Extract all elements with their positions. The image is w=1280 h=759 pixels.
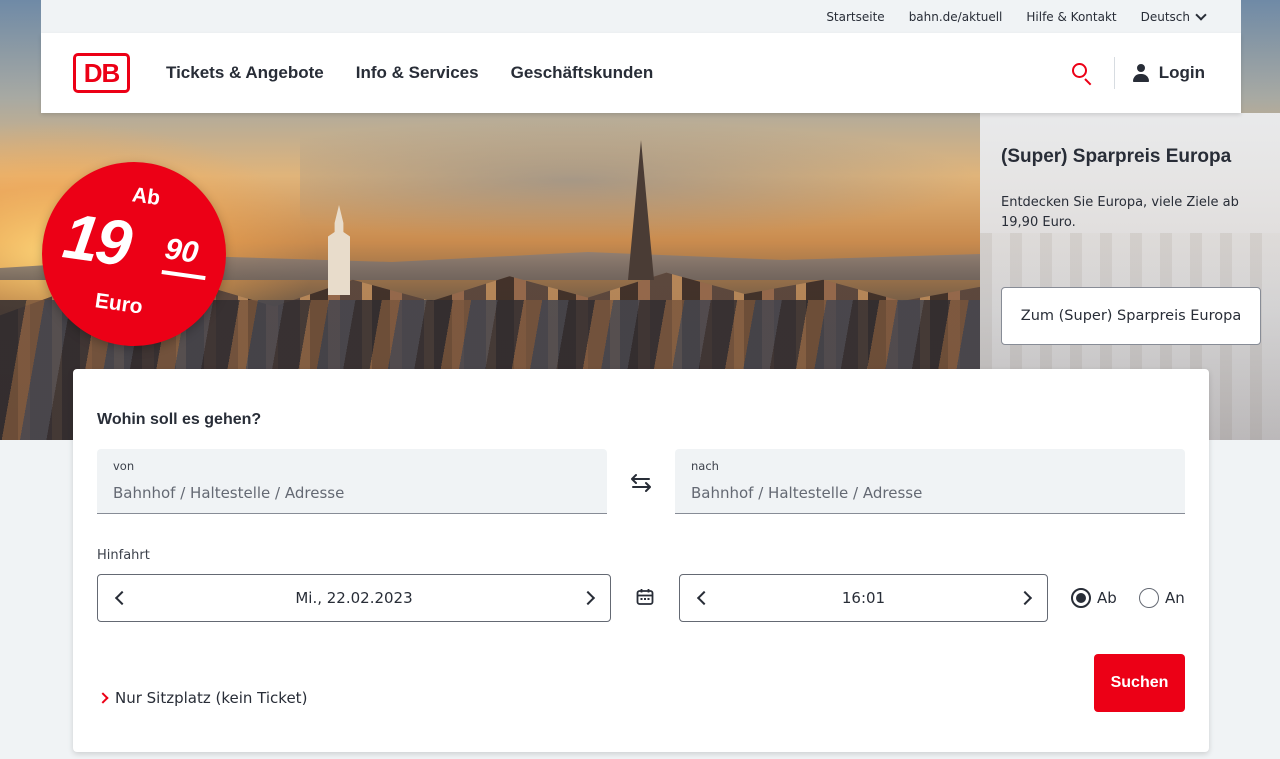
nav-geschaeftskunden[interactable]: Geschäftskunden bbox=[511, 63, 654, 83]
login-button[interactable]: Login bbox=[1132, 63, 1205, 83]
badge-currency: Euro bbox=[93, 289, 145, 319]
chevron-left-icon[interactable] bbox=[112, 591, 126, 605]
chevron-left-icon[interactable] bbox=[694, 591, 708, 605]
from-field[interactable]: von Bahnhof / Haltestelle / Adresse bbox=[97, 449, 607, 514]
date-value: Mi., 22.02.2023 bbox=[295, 589, 413, 607]
time-stepper[interactable]: 16:01 bbox=[679, 574, 1048, 622]
badge-cents: 90 bbox=[162, 232, 201, 270]
radio-checked-icon bbox=[1071, 588, 1091, 608]
price-badge: Ab 19 90 Euro bbox=[42, 162, 226, 346]
booking-card: Wohin soll es gehen? von Bahnhof / Halte… bbox=[73, 369, 1209, 752]
seat-only-label: Nur Sitzplatz (kein Ticket) bbox=[115, 689, 308, 707]
promo-description: Entdecken Sie Europa, viele Ziele ab 19,… bbox=[1001, 195, 1239, 230]
language-label: Deutsch bbox=[1140, 9, 1190, 24]
calendar-icon[interactable] bbox=[636, 588, 654, 606]
utility-link-aktuell[interactable]: bahn.de/aktuell bbox=[909, 10, 1003, 24]
radio-arrival-label: An bbox=[1165, 589, 1185, 607]
booking-title: Wohin soll es gehen? bbox=[97, 411, 262, 428]
nav-tickets-angebote[interactable]: Tickets & Angebote bbox=[166, 63, 324, 83]
radio-departure[interactable]: Ab bbox=[1071, 588, 1117, 608]
search-button[interactable]: Suchen bbox=[1094, 654, 1185, 712]
time-value: 16:01 bbox=[841, 589, 886, 607]
search-icon[interactable] bbox=[1070, 61, 1094, 86]
badge-prefix: Ab bbox=[130, 183, 162, 210]
main-header: DB Tickets & Angebote Info & Services Ge… bbox=[41, 33, 1241, 113]
utility-nav: Startseite bahn.de/aktuell Hilfe & Konta… bbox=[41, 0, 1241, 33]
language-selector[interactable]: Deutsch bbox=[1140, 8, 1207, 24]
chevron-down-icon bbox=[1195, 8, 1207, 21]
db-logo[interactable]: DB bbox=[73, 53, 130, 93]
badge-amount: 19 bbox=[58, 199, 134, 280]
badge-underline bbox=[161, 270, 206, 281]
promo-title: (Super) Sparpreis Europa bbox=[1001, 146, 1232, 167]
user-icon bbox=[1132, 64, 1149, 82]
to-placeholder: Bahnhof / Haltestelle / Adresse bbox=[691, 484, 923, 502]
login-label: Login bbox=[1158, 63, 1205, 82]
chevron-right-icon[interactable] bbox=[1019, 591, 1033, 605]
from-placeholder: Bahnhof / Haltestelle / Adresse bbox=[113, 484, 345, 502]
chevron-right-icon[interactable] bbox=[582, 591, 596, 605]
utility-link-help[interactable]: Hilfe & Kontakt bbox=[1026, 10, 1116, 24]
date-stepper[interactable]: Mi., 22.02.2023 bbox=[97, 574, 611, 622]
main-nav: Tickets & Angebote Info & Services Gesch… bbox=[166, 63, 653, 83]
seat-only-link[interactable]: Nur Sitzplatz (kein Ticket) bbox=[97, 689, 308, 707]
utility-link-home[interactable]: Startseite bbox=[826, 10, 884, 24]
radio-unchecked-icon bbox=[1139, 588, 1159, 608]
radio-arrival[interactable]: An bbox=[1139, 588, 1185, 608]
from-label: von bbox=[113, 459, 135, 473]
to-label: nach bbox=[691, 459, 719, 473]
promo-button[interactable]: Zum (Super) Sparpreis Europa bbox=[1001, 287, 1261, 345]
header-divider bbox=[1113, 57, 1115, 89]
radio-departure-label: Ab bbox=[1097, 589, 1117, 607]
swap-arrows-icon[interactable] bbox=[629, 472, 653, 494]
header-actions: Login bbox=[1070, 33, 1241, 113]
outbound-label: Hinfahrt bbox=[97, 548, 150, 563]
to-field[interactable]: nach Bahnhof / Haltestelle / Adresse bbox=[675, 449, 1185, 514]
chevron-right-icon bbox=[97, 692, 109, 704]
nav-info-services[interactable]: Info & Services bbox=[356, 63, 479, 83]
